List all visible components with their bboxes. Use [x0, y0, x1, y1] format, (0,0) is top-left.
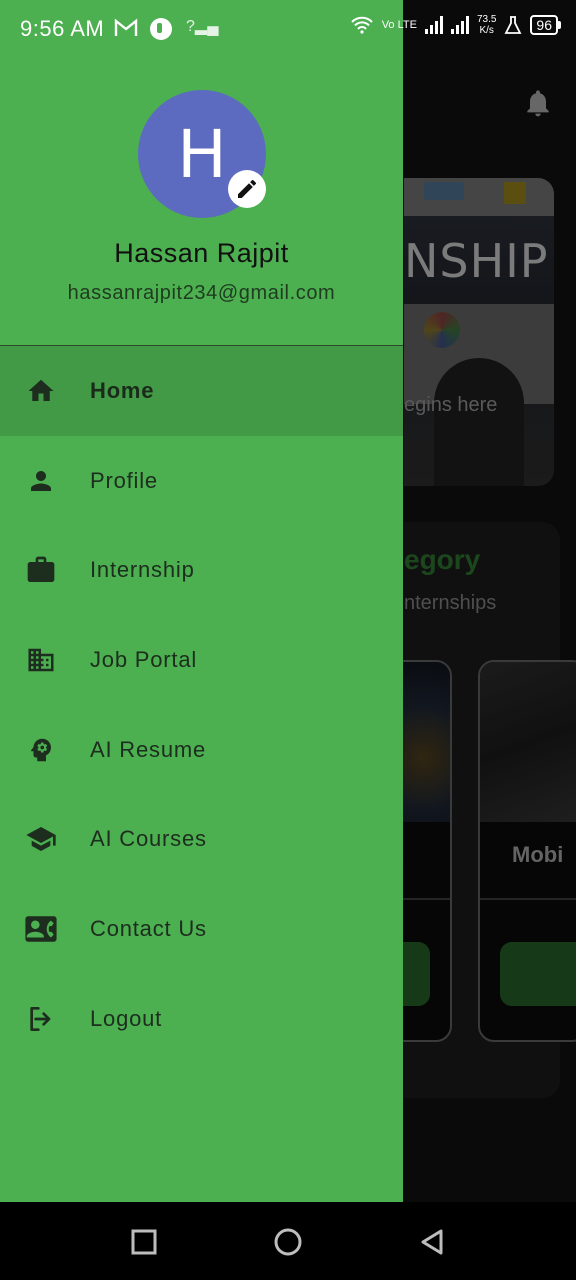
person-icon [24, 464, 58, 498]
status-bar: 9:56 AM ?▂▄ Vo LTE 73.5 K/s 96 [0, 0, 576, 58]
gmail-icon [114, 18, 138, 36]
volte-indicator: Vo LTE [381, 18, 417, 31]
status-time: 9:56 AM [20, 16, 105, 41]
psychology-icon [24, 733, 58, 767]
menu-item-internship[interactable]: Internship [0, 525, 403, 615]
no-signal-icon: ?▂▄ [186, 18, 219, 35]
building-icon [24, 643, 58, 677]
home-icon [24, 374, 58, 408]
menu-item-contact-us[interactable]: Contact Us [0, 884, 403, 974]
menu-item-ai-resume[interactable]: AI Resume [0, 705, 403, 795]
menu-item-label: Profile [90, 467, 158, 493]
network-speed-value: 73.5 [476, 14, 497, 25]
menu-item-label: Home [90, 377, 155, 403]
pencil-icon [238, 179, 257, 198]
system-nav-bar [0, 1202, 576, 1280]
menu-item-job-portal[interactable]: Job Portal [0, 615, 403, 705]
briefcase-icon [24, 553, 58, 587]
menu-item-ai-courses[interactable]: AI Courses [0, 794, 403, 884]
menu-item-logout[interactable]: Logout [0, 974, 403, 1064]
contact-card-icon [24, 912, 58, 946]
menu-item-profile[interactable]: Profile [0, 436, 403, 526]
navigation-drawer: H Hassan Rajpit hassanrajpit234@gmail.co… [0, 0, 403, 1202]
wifi-icon [350, 16, 373, 34]
home-button[interactable] [272, 1226, 304, 1258]
avatar-initial: H [177, 115, 227, 193]
user-name: Hassan Rajpit [114, 238, 289, 268]
battery-indicator: 96 [530, 15, 561, 35]
signal-bars-icon [450, 16, 469, 34]
drawer-menu: Home Profile Internship Job Portal AI Re… [0, 346, 403, 1064]
menu-item-label: Contact Us [90, 915, 207, 941]
menu-item-label: Logout [90, 1005, 163, 1031]
menu-item-label: Job Portal [90, 646, 198, 672]
app-notification-icon [150, 18, 172, 40]
signal-bars-icon [424, 16, 443, 34]
status-right-group: Vo LTE 73.5 K/s 96 [350, 14, 561, 36]
edit-avatar-button[interactable] [228, 170, 266, 208]
recents-button[interactable] [128, 1226, 160, 1258]
menu-item-label: AI Resume [90, 736, 207, 762]
flask-icon [504, 16, 522, 34]
network-speed-unit: K/s [479, 25, 494, 36]
logout-icon [24, 1002, 58, 1036]
user-email: hassanrajpit234@gmail.com [67, 282, 336, 304]
menu-item-home[interactable]: Home [0, 346, 403, 436]
menu-item-label: Internship [90, 557, 195, 583]
school-icon [24, 822, 58, 856]
network-speed: 73.5 K/s [477, 14, 496, 36]
menu-item-label: AI Courses [90, 826, 207, 852]
back-button[interactable] [416, 1226, 448, 1258]
